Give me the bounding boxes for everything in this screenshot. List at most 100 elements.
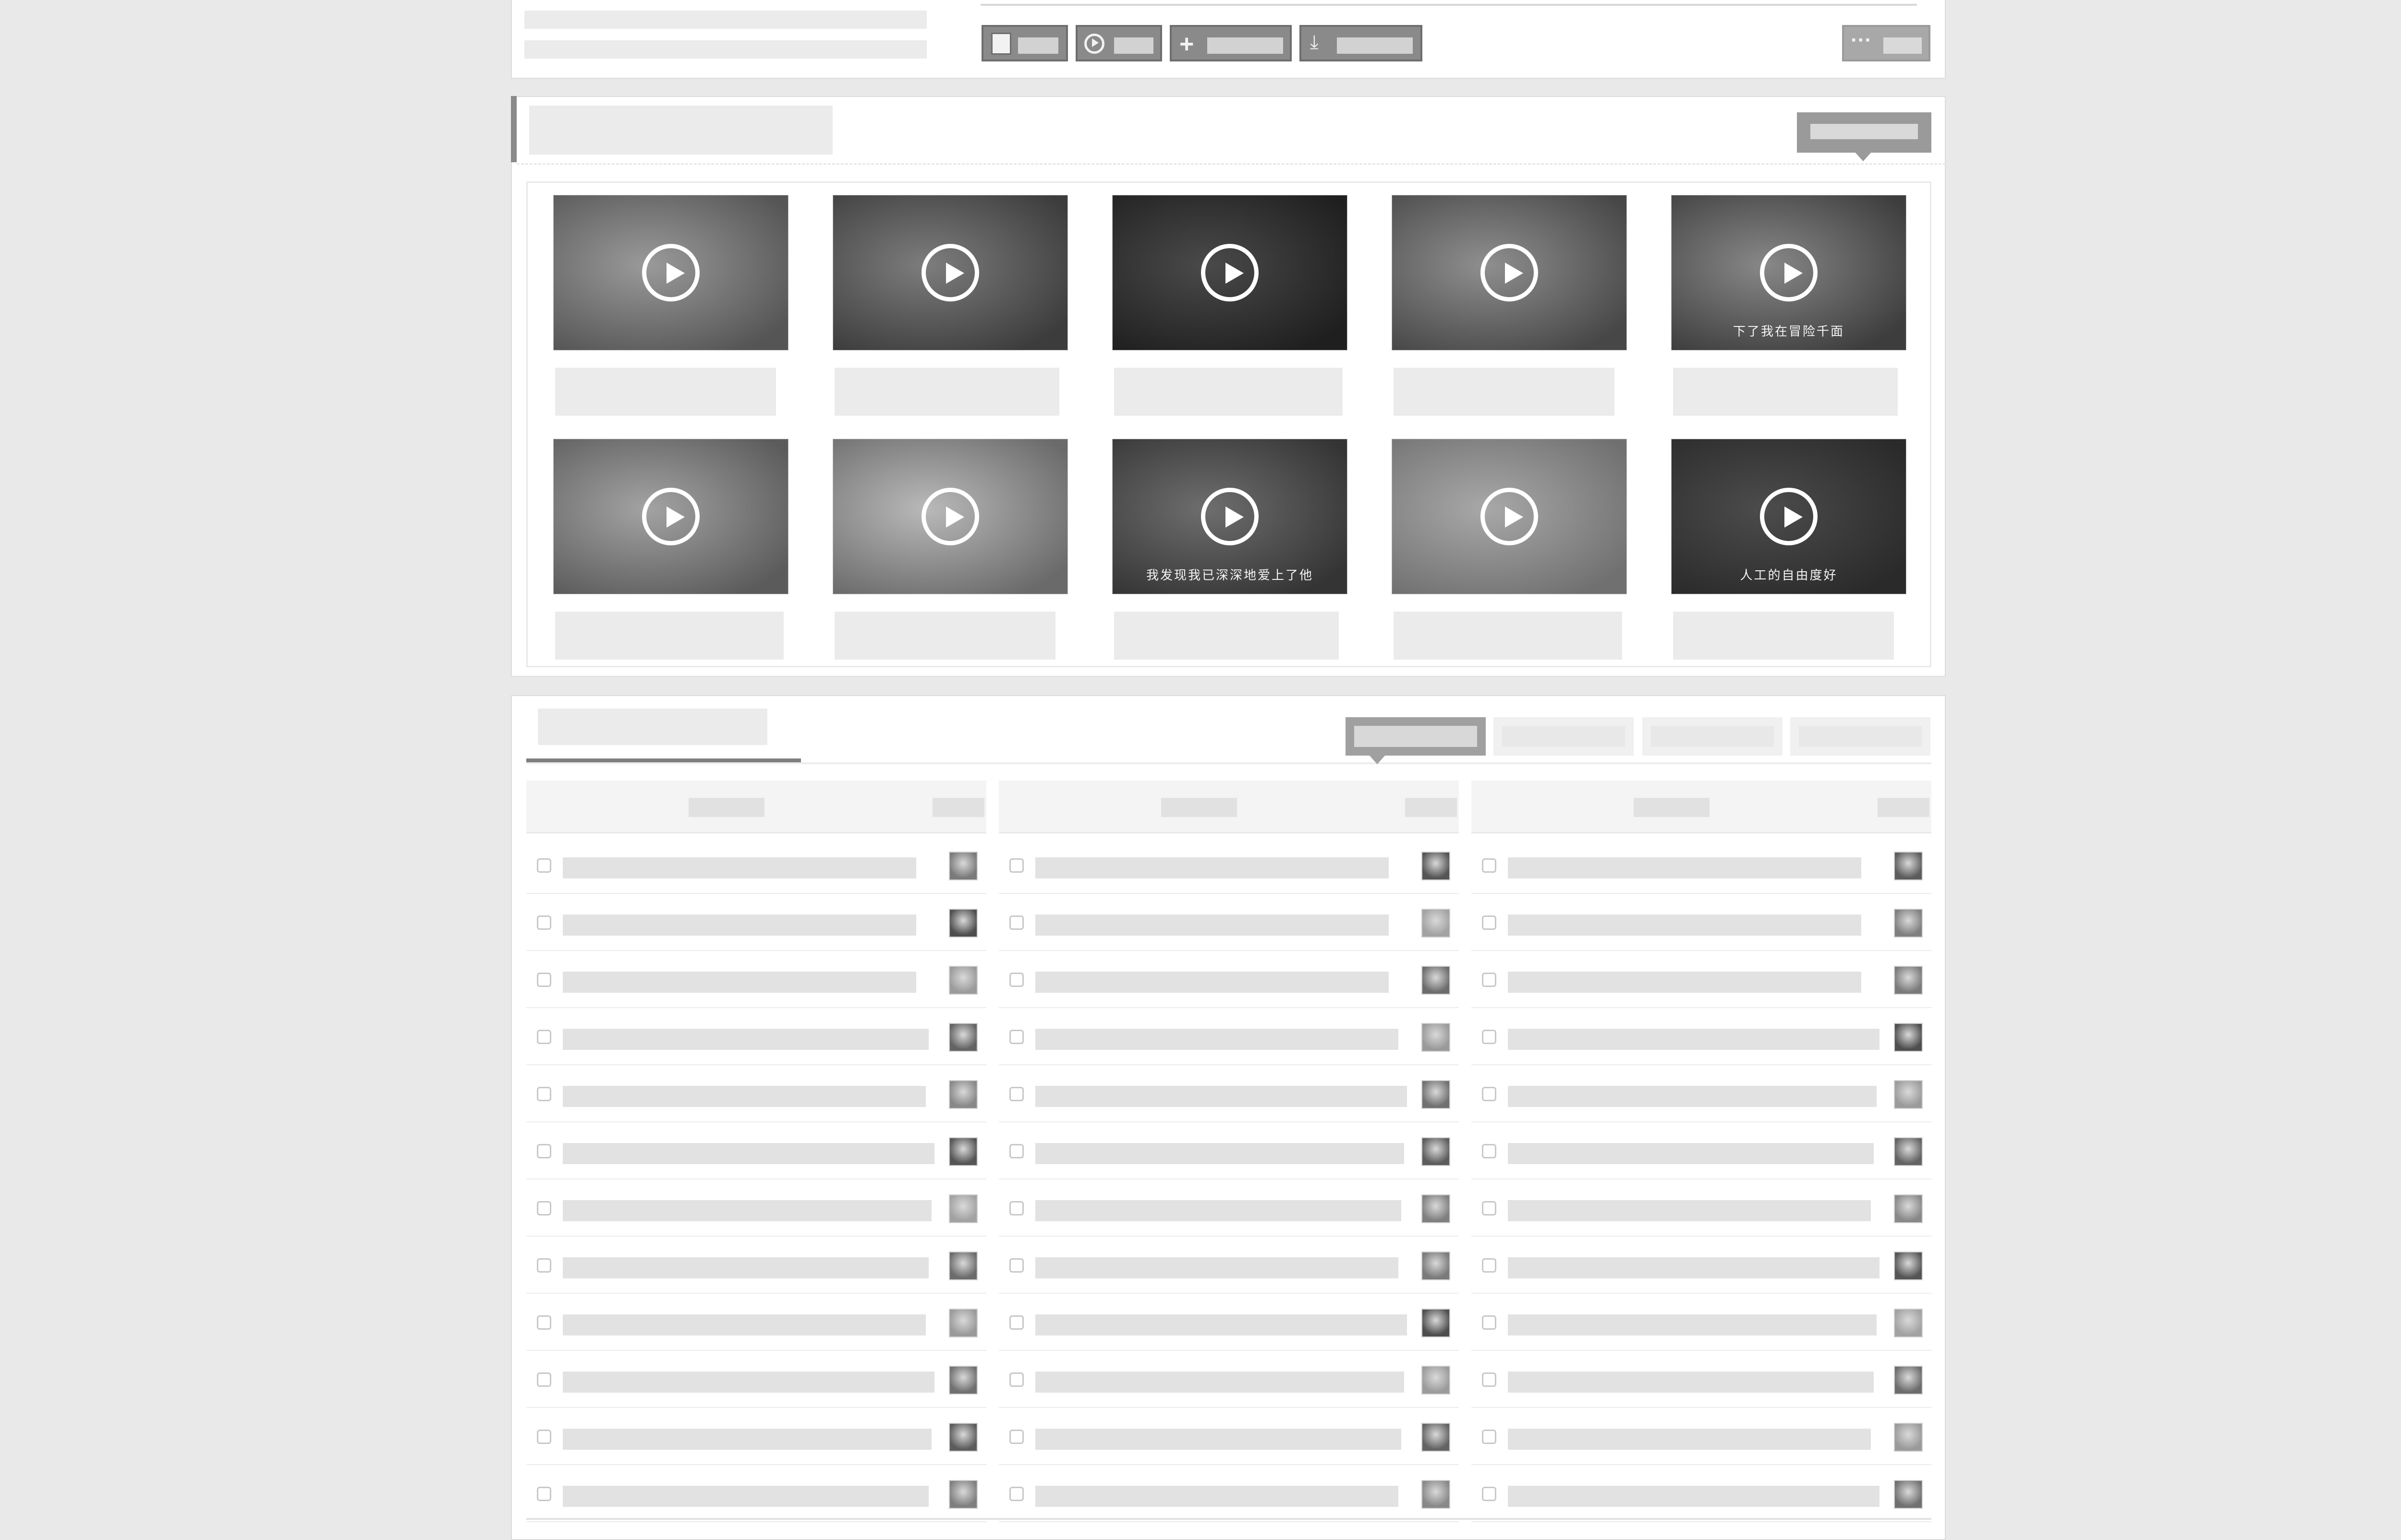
song-title-placeholder[interactable] bbox=[563, 1143, 934, 1164]
song-checkbox[interactable] bbox=[1482, 1087, 1496, 1101]
song-checkbox[interactable] bbox=[537, 1144, 551, 1158]
song-row[interactable] bbox=[526, 837, 986, 894]
song-row[interactable] bbox=[999, 837, 1459, 894]
video-thumbnail[interactable] bbox=[833, 439, 1068, 594]
song-row[interactable] bbox=[1471, 1237, 1931, 1294]
song-title-placeholder[interactable] bbox=[1035, 914, 1389, 936]
song-checkbox[interactable] bbox=[537, 1315, 551, 1330]
tab-1[interactable] bbox=[1346, 717, 1486, 756]
song-checkbox[interactable] bbox=[1482, 1315, 1496, 1330]
song-title-placeholder[interactable] bbox=[1035, 1314, 1407, 1335]
video-card[interactable]: 人工的自由度好 bbox=[1671, 439, 1906, 660]
play-icon[interactable] bbox=[642, 244, 700, 301]
song-checkbox[interactable] bbox=[1009, 1144, 1024, 1158]
song-checkbox[interactable] bbox=[1009, 1201, 1024, 1215]
song-checkbox[interactable] bbox=[537, 915, 551, 930]
song-row[interactable] bbox=[999, 894, 1459, 951]
play-icon[interactable] bbox=[922, 488, 979, 545]
play-icon[interactable] bbox=[1201, 244, 1259, 301]
song-checkbox[interactable] bbox=[1009, 915, 1024, 930]
stop-button[interactable] bbox=[982, 25, 1068, 61]
artist-avatar[interactable] bbox=[1894, 1366, 1923, 1395]
play-icon[interactable] bbox=[922, 244, 979, 301]
song-row[interactable] bbox=[1471, 1408, 1931, 1465]
song-checkbox[interactable] bbox=[1482, 1030, 1496, 1044]
song-title-placeholder[interactable] bbox=[1508, 1200, 1871, 1221]
song-row[interactable] bbox=[999, 1180, 1459, 1237]
artist-avatar[interactable] bbox=[949, 1023, 978, 1052]
video-title-placeholder[interactable] bbox=[1394, 368, 1614, 416]
song-checkbox[interactable] bbox=[1482, 858, 1496, 873]
artist-avatar[interactable] bbox=[949, 1480, 978, 1509]
song-row[interactable] bbox=[526, 1294, 986, 1351]
artist-avatar[interactable] bbox=[1421, 1309, 1450, 1337]
video-thumbnail[interactable]: 下了我在冒险千面 bbox=[1671, 195, 1906, 350]
song-checkbox[interactable] bbox=[537, 1030, 551, 1044]
song-title-placeholder[interactable] bbox=[563, 1086, 926, 1107]
song-checkbox[interactable] bbox=[1009, 858, 1024, 873]
song-row[interactable] bbox=[1471, 1351, 1931, 1408]
artist-avatar[interactable] bbox=[949, 1366, 978, 1395]
song-title-placeholder[interactable] bbox=[1508, 972, 1861, 993]
video-card[interactable]: 下了我在冒险千面 bbox=[1671, 195, 1906, 416]
play-icon[interactable] bbox=[642, 488, 700, 545]
song-title-placeholder[interactable] bbox=[1035, 1143, 1404, 1164]
song-checkbox[interactable] bbox=[537, 973, 551, 987]
song-row[interactable] bbox=[526, 1351, 986, 1408]
song-title-placeholder[interactable] bbox=[1508, 1372, 1874, 1393]
song-row[interactable] bbox=[999, 1294, 1459, 1351]
song-checkbox[interactable] bbox=[537, 858, 551, 873]
song-title-placeholder[interactable] bbox=[563, 857, 916, 878]
artist-avatar[interactable] bbox=[1894, 1023, 1923, 1052]
song-row[interactable] bbox=[999, 1066, 1459, 1122]
song-checkbox[interactable] bbox=[537, 1258, 551, 1273]
song-title-placeholder[interactable] bbox=[1508, 1029, 1880, 1050]
song-row[interactable] bbox=[1471, 951, 1931, 1008]
tab-3[interactable] bbox=[1642, 717, 1783, 756]
video-thumbnail[interactable] bbox=[553, 195, 788, 350]
play-all-button[interactable] bbox=[1076, 25, 1162, 61]
song-checkbox[interactable] bbox=[1482, 1487, 1496, 1501]
song-title-placeholder[interactable] bbox=[563, 1314, 926, 1335]
song-row[interactable] bbox=[526, 951, 986, 1008]
song-title-placeholder[interactable] bbox=[1035, 857, 1389, 878]
song-title-placeholder[interactable] bbox=[1035, 972, 1389, 993]
song-title-placeholder[interactable] bbox=[1035, 1429, 1401, 1450]
artist-avatar[interactable] bbox=[949, 966, 978, 995]
song-title-placeholder[interactable] bbox=[1508, 857, 1861, 878]
song-checkbox[interactable] bbox=[1009, 1487, 1024, 1501]
song-row[interactable] bbox=[999, 1408, 1459, 1465]
song-row[interactable] bbox=[526, 1237, 986, 1294]
song-row[interactable] bbox=[1471, 1123, 1931, 1179]
song-title-placeholder[interactable] bbox=[1035, 1372, 1404, 1393]
artist-avatar[interactable] bbox=[1421, 966, 1450, 995]
song-title-placeholder[interactable] bbox=[563, 972, 916, 993]
video-card[interactable] bbox=[1392, 439, 1627, 660]
song-row[interactable] bbox=[526, 894, 986, 951]
song-title-placeholder[interactable] bbox=[1508, 1143, 1874, 1164]
song-title-placeholder[interactable] bbox=[563, 1486, 929, 1507]
video-thumbnail[interactable]: 我发现我已深深地爱上了他 bbox=[1112, 439, 1347, 594]
song-checkbox[interactable] bbox=[537, 1372, 551, 1387]
video-card[interactable] bbox=[833, 439, 1068, 660]
song-checkbox[interactable] bbox=[1009, 1087, 1024, 1101]
song-row[interactable] bbox=[526, 1408, 986, 1465]
video-card[interactable] bbox=[553, 195, 788, 416]
song-row[interactable] bbox=[1471, 1066, 1931, 1122]
song-title-placeholder[interactable] bbox=[1035, 1200, 1401, 1221]
play-icon[interactable] bbox=[1760, 244, 1818, 301]
song-title-placeholder[interactable] bbox=[1035, 1257, 1398, 1278]
artist-avatar[interactable] bbox=[1894, 966, 1923, 995]
video-title-placeholder[interactable] bbox=[835, 368, 1059, 416]
add-button[interactable]: + bbox=[1170, 25, 1292, 61]
song-row[interactable] bbox=[526, 1066, 986, 1122]
song-checkbox[interactable] bbox=[1009, 1372, 1024, 1387]
artist-avatar[interactable] bbox=[1894, 909, 1923, 938]
video-more-link[interactable] bbox=[1797, 112, 1931, 153]
tab-2[interactable] bbox=[1493, 717, 1634, 756]
song-row[interactable] bbox=[999, 1466, 1459, 1522]
more-button[interactable]: ··· bbox=[1842, 25, 1930, 61]
artist-avatar[interactable] bbox=[1894, 852, 1923, 880]
song-row[interactable] bbox=[999, 1009, 1459, 1065]
song-row[interactable] bbox=[999, 1351, 1459, 1408]
